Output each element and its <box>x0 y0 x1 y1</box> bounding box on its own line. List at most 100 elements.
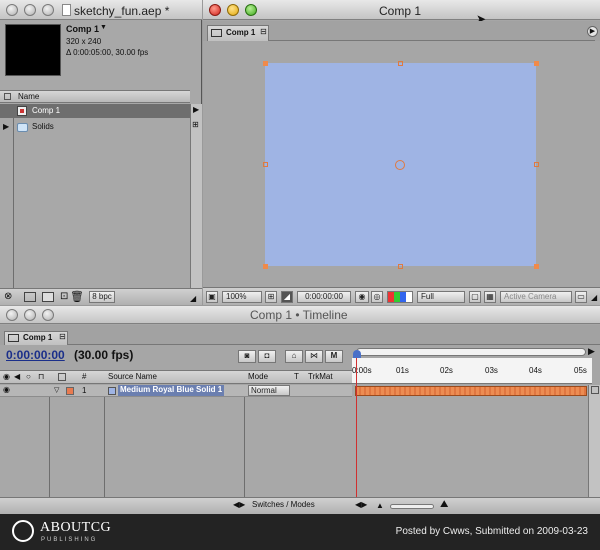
current-time-indicator[interactable] <box>353 350 361 358</box>
chevron-down-icon[interactable]: ▼ <box>100 24 107 31</box>
snapshot-icon[interactable]: ◉ <box>355 291 369 303</box>
view-layout-icon[interactable]: ▭ <box>575 291 587 303</box>
trash-icon[interactable]: 🗑 <box>70 290 84 303</box>
draft-3d-icon[interactable]: ◘ <box>258 350 276 363</box>
handle-bottom-left[interactable] <box>263 264 268 269</box>
handle-bottom[interactable] <box>398 264 403 269</box>
transparency-grid-icon[interactable]: ▦ <box>484 291 496 303</box>
comp-icon <box>211 29 222 37</box>
timecode-field[interactable]: 0:00:00:00 <box>297 291 351 303</box>
panel-menu-icon[interactable]: ▶ <box>588 346 595 357</box>
column-trkmat: TrkMat <box>308 372 333 381</box>
selected-item-name[interactable]: Comp 1 <box>66 24 99 34</box>
list-item[interactable]: Comp 1 <box>0 104 190 118</box>
project-scrollbar[interactable]: ▶ ⊞ <box>190 104 202 288</box>
resize-grip-icon[interactable]: ◢ <box>591 293 597 302</box>
tab-label: Comp 1 <box>23 333 53 342</box>
comp-canvas[interactable] <box>203 41 600 286</box>
ruler-tick-label: 05s <box>574 366 587 375</box>
live-update-icon[interactable]: ◙ <box>238 350 256 363</box>
grid-icon[interactable]: ⊞ <box>192 120 199 129</box>
list-item[interactable]: ▶ Solids <box>0 120 190 134</box>
channels-icon[interactable] <box>387 291 413 303</box>
comp-toolbar: ▣ 100% ⊞ ◢ 0:00:00:00 ◉ ◎ Full ▢ ▦ Activ… <box>203 287 600 305</box>
layer-duration-bar[interactable] <box>355 386 587 396</box>
timeline-titlebar: Comp 1 • Timeline <box>0 306 600 324</box>
work-area-bar[interactable] <box>356 348 586 356</box>
lock-icon: ⊓ <box>38 372 45 381</box>
lock-icon[interactable]: ⊟ <box>260 27 267 36</box>
frame-blend-icon[interactable]: ⋈ <box>305 350 323 363</box>
zoom-out-icon[interactable]: ▲ <box>376 501 386 511</box>
layer-name[interactable]: Medium Royal Blue Solid 1 <box>118 385 225 396</box>
handle-top-left[interactable] <box>263 61 268 66</box>
comp-icon <box>8 334 19 342</box>
table-row[interactable]: ◉ ▽ 1 Medium Royal Blue Solid 1 Normal <box>0 385 352 397</box>
new-comp-icon[interactable] <box>42 292 54 302</box>
minimize-button[interactable] <box>24 309 36 321</box>
timeline-window-title: Comp 1 • Timeline <box>250 308 348 322</box>
eye-icon[interactable]: ◉ <box>3 385 10 394</box>
region-of-interest-icon[interactable]: ▢ <box>469 291 481 303</box>
handle-left[interactable] <box>263 162 268 167</box>
blend-mode-dropdown[interactable]: Normal <box>248 385 290 396</box>
project-window: sketchy_fun.aep * Comp 1 ▼ 320 x 240 Δ 0… <box>0 0 202 305</box>
layer-list: ◉ ▽ 1 Medium Royal Blue Solid 1 Normal <box>0 385 352 497</box>
comp-icon <box>17 106 27 116</box>
minimize-button[interactable] <box>24 4 36 16</box>
switches-modes-toggle[interactable]: Switches / Modes <box>252 500 315 509</box>
disclosure-triangle-icon[interactable]: ▽ <box>54 386 59 394</box>
zoom-in-icon[interactable]: ⛰ <box>440 499 448 510</box>
show-snapshot-icon[interactable]: ◎ <box>371 291 383 303</box>
current-time-line <box>356 358 357 497</box>
zoom-dropdown[interactable]: 100% <box>222 291 262 303</box>
close-button[interactable] <box>6 4 18 16</box>
zoom-button[interactable] <box>245 4 257 16</box>
project-column-header[interactable]: Name <box>0 90 190 103</box>
zoom-button[interactable] <box>42 309 54 321</box>
ruler-tick-label: 01s <box>396 366 409 375</box>
safe-zones-icon[interactable]: ⊞ <box>265 291 277 303</box>
lock-icon[interactable]: ⊟ <box>59 332 66 341</box>
mask-icon[interactable]: ◢ <box>281 291 293 303</box>
camera-dropdown[interactable]: Active Camera <box>500 291 572 303</box>
arrow-right-icon[interactable]: ▶ <box>193 105 199 114</box>
shy-layers-icon[interactable]: ⌂ <box>285 350 303 363</box>
binoculars-icon[interactable]: ⊗ <box>4 291 12 302</box>
project-titlebar: sketchy_fun.aep * <box>0 0 202 20</box>
expand-collapse-icon[interactable]: ◀▶ <box>233 500 245 509</box>
handle-bottom-right[interactable] <box>534 264 539 269</box>
in-out-icon[interactable]: ◀▶ <box>355 500 367 509</box>
zoom-slider[interactable] <box>390 504 434 509</box>
close-button[interactable] <box>6 309 18 321</box>
anchor-point-icon[interactable] <box>395 160 405 170</box>
checkbox-icon[interactable] <box>591 386 599 394</box>
project-file-icon <box>62 4 71 16</box>
handle-top[interactable] <box>398 61 403 66</box>
resolution-dropdown[interactable]: Full <box>417 291 465 303</box>
zoom-button[interactable] <box>42 4 54 16</box>
minimize-button[interactable] <box>227 4 239 16</box>
motion-blur-icon[interactable]: M <box>325 350 343 363</box>
tab-comp-1[interactable]: Comp 1 ⊟ <box>207 25 269 41</box>
timeline-timecode[interactable]: 0:00:00:00 <box>6 348 65 362</box>
timeline-scrollbar[interactable] <box>588 385 600 497</box>
ruler-tick-label: 0:00s <box>352 366 372 375</box>
footer-banner: ABOUTCG PUBLISHING Posted by Cwws, Submi… <box>0 514 600 550</box>
new-folder-icon[interactable] <box>24 292 36 302</box>
layer-label-color[interactable] <box>66 387 74 395</box>
label-column-icon <box>4 93 11 100</box>
ruler-tick-label: 04s <box>529 366 542 375</box>
handle-top-right[interactable] <box>534 61 539 66</box>
project-settings-icon[interactable]: ⊡ <box>60 291 68 302</box>
time-ruler[interactable]: 0:00s 01s 02s 03s 04s 05s <box>352 358 592 384</box>
disclosure-triangle-icon[interactable]: ▶ <box>3 122 9 131</box>
handle-right[interactable] <box>534 162 539 167</box>
comp-titlebar: Comp 1 ➤ <box>203 0 600 26</box>
resize-grip-icon[interactable]: ◢ <box>190 294 196 303</box>
panel-menu-icon[interactable]: ▶ <box>587 26 598 37</box>
always-preview-icon[interactable]: ▣ <box>206 291 218 303</box>
close-button[interactable] <box>209 4 221 16</box>
bit-depth-button[interactable]: 8 bpc <box>89 291 115 303</box>
tab-comp-1[interactable]: Comp 1 ⊟ <box>4 331 68 345</box>
